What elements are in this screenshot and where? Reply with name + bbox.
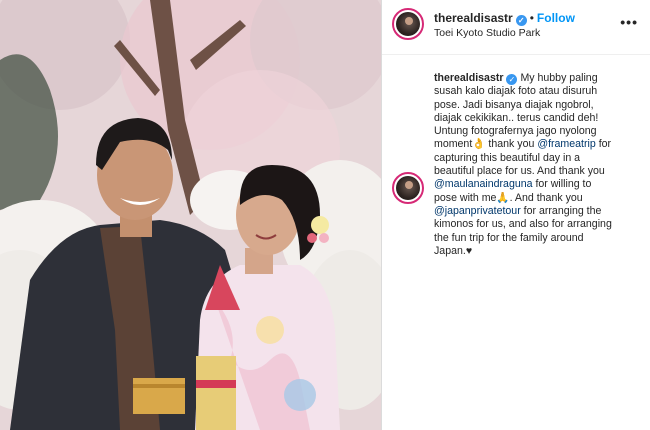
caption-line: kimonos for us, and also for arranging — [434, 218, 612, 231]
follow-button[interactable]: Follow — [537, 11, 575, 25]
caption-username[interactable]: therealdisastr — [434, 72, 503, 84]
caption-line: diajak cekikikan.. terus candid deh! — [434, 111, 599, 124]
header-username[interactable]: therealdisastr — [434, 11, 513, 25]
mention-frameatrip[interactable]: @frameatrip — [537, 138, 595, 150]
caption-text: thank you — [485, 138, 538, 151]
post-photo[interactable] — [0, 0, 381, 430]
caption-avatar[interactable] — [392, 172, 424, 204]
mention-maulanaindraguna[interactable]: @maulanaindraguna — [434, 178, 533, 190]
caption-line: capturing this beautiful day in a — [434, 151, 581, 164]
caption-line: @japanprivatetour for arranging the — [434, 205, 644, 218]
couple-in-kimono-photo — [0, 0, 381, 430]
caption-line: Japan.♥ — [434, 245, 644, 258]
praying-hands-emoji-icon: 🙏 — [496, 191, 510, 204]
mention-japanprivatetour[interactable]: @japanprivatetour — [434, 205, 521, 217]
caption-text: for willing to — [532, 178, 592, 191]
caption-line: beautiful place for us. And thank you — [434, 165, 605, 178]
caption-line: susah kalo diajak foto atau disuruh — [434, 85, 598, 98]
verified-icon: ✓ — [515, 15, 527, 26]
caption-text: My hubby paling — [520, 72, 598, 84]
post-caption: therealdisastr ✓ My hubby paling susah ka… — [434, 72, 644, 258]
caption-text: . And thank you — [509, 191, 583, 204]
caption-line: therealdisastr ✓ My hubby paling — [434, 72, 644, 85]
post-side-panel: therealdisastr ✓ • Follow Toei Kyoto Studio… — [381, 0, 650, 430]
avatar-image — [396, 12, 420, 36]
verified-icon: ✓ — [506, 74, 518, 85]
more-options-icon[interactable]: ••• — [620, 14, 638, 30]
separator-dot: • — [529, 11, 534, 25]
avatar-image — [396, 176, 420, 200]
location-link[interactable]: Toei Kyoto Studio Park — [434, 27, 540, 39]
caption-text: pose with me — [434, 191, 497, 204]
ok-hand-emoji-icon: 👌 — [472, 138, 486, 151]
heart-emoji-icon: ♥ — [465, 244, 473, 257]
caption-line: @maulanaindraguna for willing to — [434, 178, 644, 191]
caption-text: for — [595, 138, 612, 151]
caption-line: Untung fotografernya jago nyolong — [434, 125, 597, 138]
caption-line: the fun trip for the family around — [434, 231, 584, 244]
caption-text: Japan. — [434, 244, 466, 257]
avatar[interactable] — [392, 8, 424, 40]
caption-text: moment — [434, 138, 473, 151]
caption-line: pose. Jadi bisanya diajak ngobrol, — [434, 98, 594, 111]
post-header: therealdisastr ✓ • Follow Toei Kyoto Studio… — [382, 0, 650, 55]
caption-line: moment👌 thank you @frameatrip for — [434, 138, 644, 151]
caption-line: pose with me🙏. And thank you — [434, 192, 644, 205]
caption-text: for arranging the — [520, 204, 602, 217]
header-username-row: therealdisastr ✓ • Follow — [434, 11, 575, 26]
instagram-post: therealdisastr ✓ • Follow Toei Kyoto Studio… — [0, 0, 650, 430]
